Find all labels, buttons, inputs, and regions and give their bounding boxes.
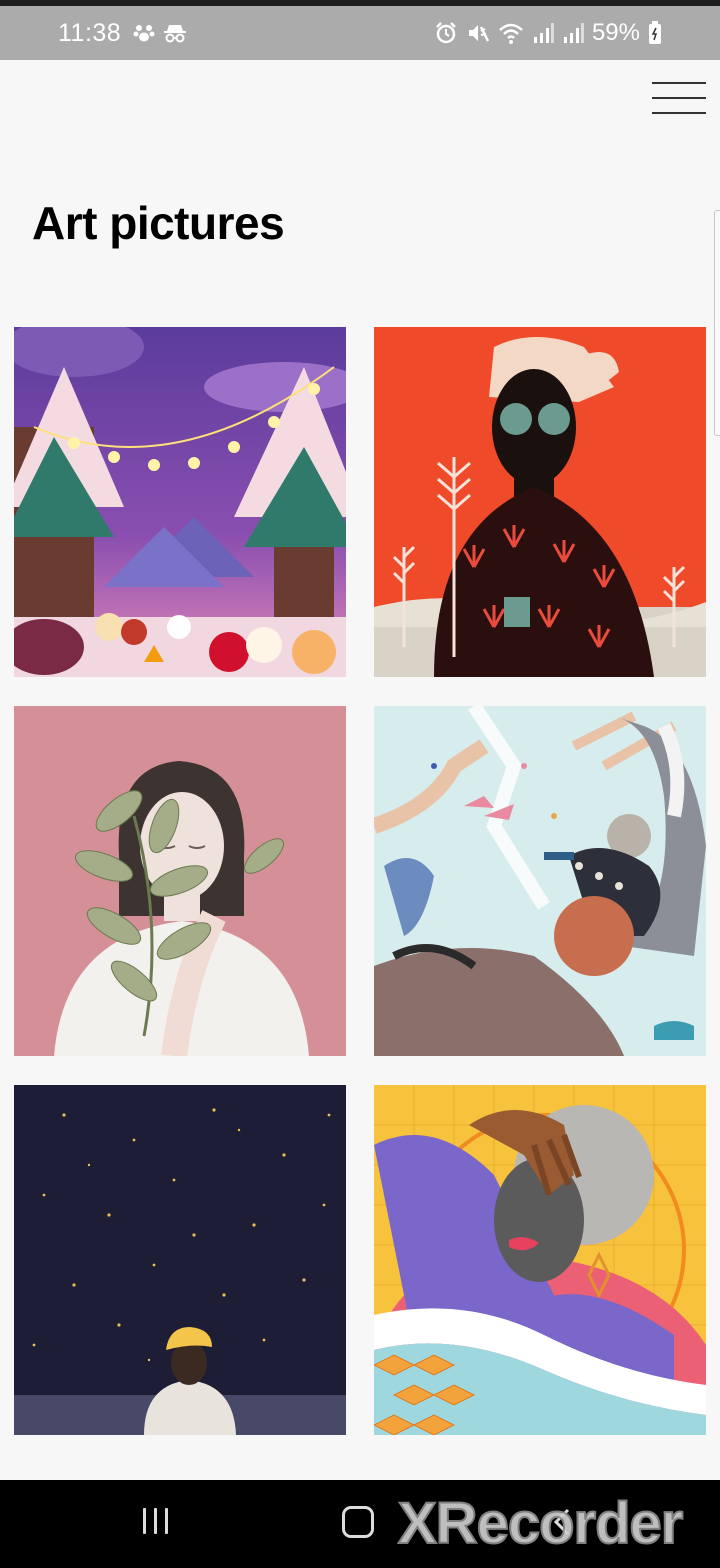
art-tile-winter-forest[interactable] [14, 327, 346, 677]
battery-percent: 59% [591, 19, 640, 46]
art-tile-pink-portrait[interactable] [14, 706, 346, 1056]
menu-line [652, 97, 706, 99]
recent-bar [154, 1508, 157, 1534]
menu-line [652, 112, 706, 114]
art-gallery [14, 327, 706, 1435]
winter-forest-festival-illustration [14, 327, 346, 677]
pop-art-woman-portrait-collage [374, 1085, 706, 1435]
art-tile-pop-art[interactable] [374, 1085, 706, 1435]
navigation-bar: XRecorder [0, 1480, 720, 1568]
signal-icon [533, 23, 554, 43]
surreal-birds-and-grandmother-illustration [374, 706, 706, 1056]
hamburger-menu-icon[interactable] [652, 80, 706, 120]
art-tile-starry-night[interactable] [14, 1085, 346, 1435]
woman-with-leaves-pink-background-illustration [14, 706, 346, 1056]
recent-bar [165, 1508, 168, 1534]
incognito-icon [164, 25, 187, 43]
art-tile-surreal-birds[interactable] [374, 706, 706, 1056]
recorder-watermark: XRecorder [397, 1490, 684, 1557]
status-right-icons: 59% [434, 19, 662, 47]
recent-apps-icon[interactable] [142, 1508, 170, 1536]
page-title: Art pictures [32, 197, 285, 249]
art-tile-red-portrait[interactable] [374, 327, 706, 677]
alarm-icon [436, 22, 456, 44]
status-bar: 11:38 59% [0, 0, 720, 60]
status-left-icons [133, 22, 187, 44]
recent-bar [143, 1508, 146, 1534]
menu-line [652, 82, 706, 84]
woman-with-sunglasses-red-background-illustration [374, 327, 706, 677]
wifi-icon [499, 23, 523, 44]
battery-icon [649, 21, 661, 44]
scroll-indicator[interactable] [714, 210, 720, 436]
status-time: 11:38 [58, 18, 122, 47]
paw-icon [133, 25, 155, 42]
signal-icon [563, 23, 584, 43]
starry-night-boy-yellow-cap-illustration [14, 1085, 346, 1435]
home-icon[interactable] [342, 1506, 374, 1538]
mute-icon [468, 25, 490, 42]
